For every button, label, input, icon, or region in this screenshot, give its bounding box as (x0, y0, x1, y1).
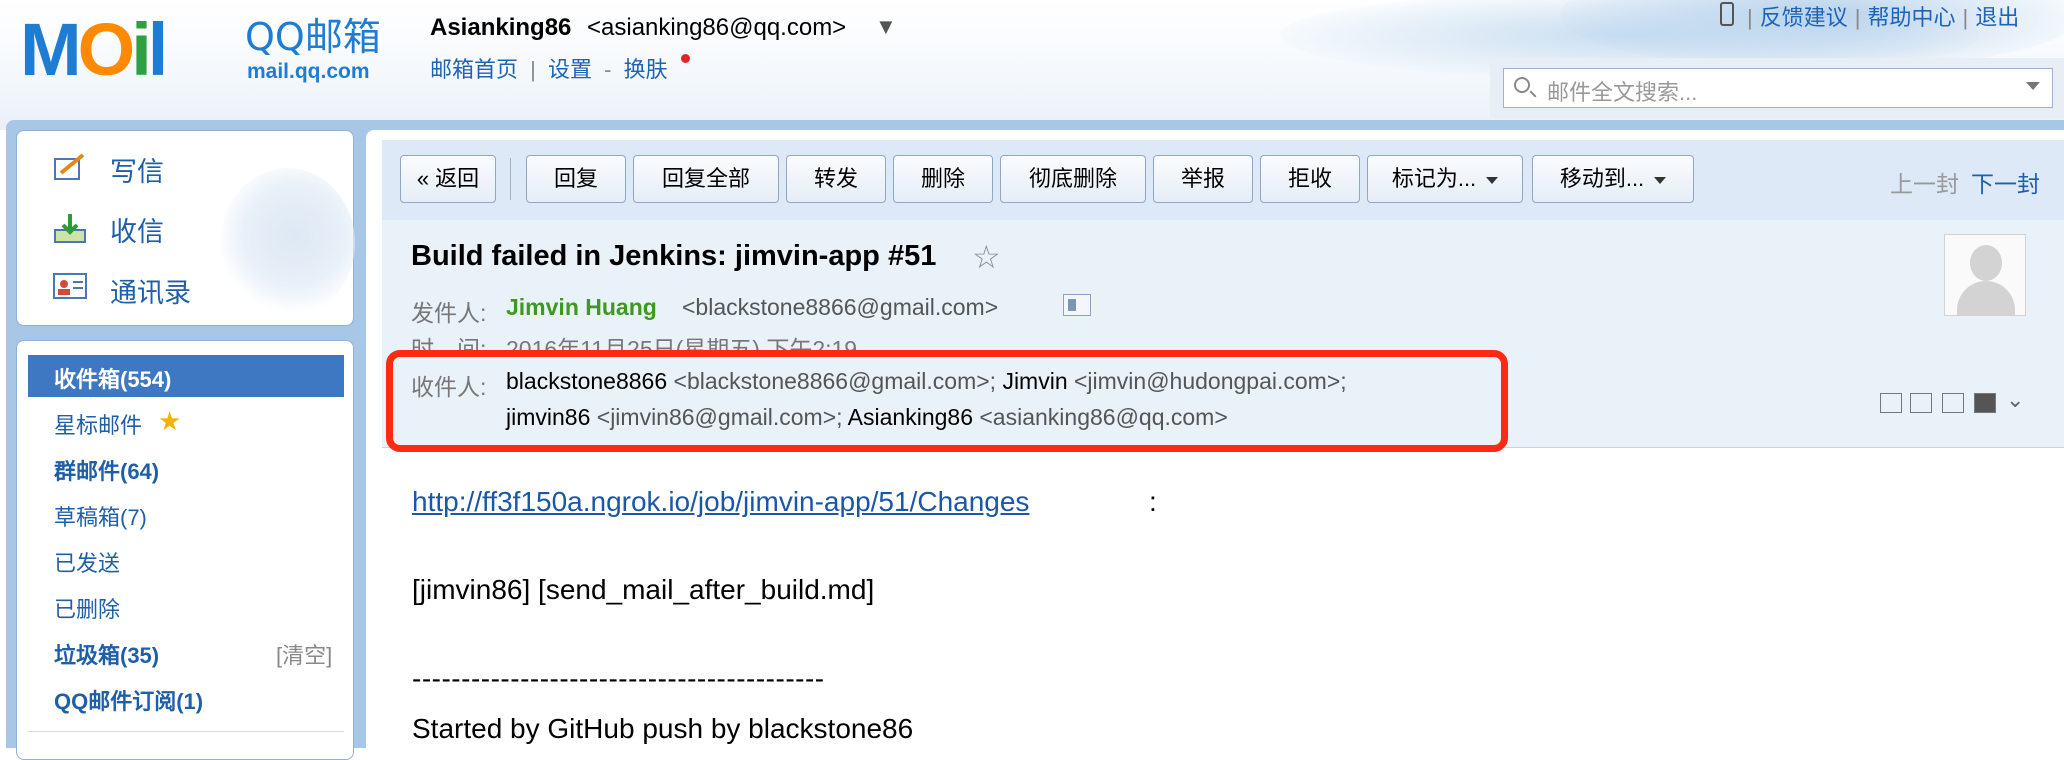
contacts-icon (53, 272, 87, 302)
nav-separator: - (604, 57, 612, 82)
folder-deleted[interactable]: 已删除 (54, 592, 120, 624)
next-message-link[interactable]: 下一封 (1971, 171, 2040, 197)
feedback-link[interactable]: 反馈建议 (1760, 5, 1848, 30)
folder-label: 收件箱(554) (54, 367, 172, 392)
receive-mail-button[interactable]: 收信 (110, 210, 164, 249)
folder-qq-subscriptions[interactable]: QQ邮件订阅(1) (54, 684, 203, 716)
mark-as-label: 标记为... (1391, 166, 1477, 191)
link-suffix: : (1149, 486, 1157, 517)
body-separator: ----------------------------------------… (412, 663, 825, 694)
brand-domain: mail.qq.com (247, 60, 370, 83)
top-links: | 反馈建议 | 帮助中心 | 退出 (1747, 5, 2020, 30)
brand-name: QQ邮箱 (245, 15, 381, 59)
contacts-button[interactable]: 通讯录 (110, 271, 191, 310)
previous-message-link[interactable]: 上一封 (1890, 171, 1959, 197)
search-icon (1514, 77, 1530, 93)
recipients-line-1: blackstone8866 <blackstone8866@gmail.com… (506, 368, 1347, 395)
recipient-name[interactable]: Asianking86 (848, 404, 973, 430)
recipient-name[interactable]: jimvin86 (506, 404, 590, 430)
compose-icon (53, 153, 87, 183)
to-label: 收件人: (411, 374, 487, 400)
new-window-icon[interactable] (1880, 393, 1902, 413)
message-pager: 上一封 下一封 (1890, 165, 2040, 199)
from-label: 发件人: (411, 300, 487, 326)
star-icon: ★ (158, 406, 182, 436)
header-nav: 邮箱首页 | 设置 - 换肤 (430, 52, 674, 84)
user-name: Asianking86 (430, 14, 572, 41)
changes-link[interactable]: http://ff3f150a.ngrok.io/job/jimvin-app/… (412, 486, 1029, 518)
sender-email: <blackstone8866@gmail.com> (682, 294, 999, 320)
recipient-name[interactable]: Jimvin (1002, 368, 1067, 394)
chevron-down-icon (1654, 176, 1667, 184)
body-line: Started by GitHub push by blackstone86 (412, 713, 914, 744)
download-icon[interactable] (1942, 393, 1964, 413)
recipient-email: <jimvin86@gmail.com>; (596, 404, 843, 430)
recipients-highlight-box (386, 350, 1508, 452)
search-placeholder: 邮件全文搜索... (1547, 80, 1698, 105)
permanent-delete-button[interactable]: 彻底删除 (1000, 155, 1146, 203)
folder-inbox[interactable]: 收件箱(554) (28, 355, 344, 397)
contact-card-icon[interactable] (1063, 294, 1091, 316)
compose-button[interactable]: 写信 (110, 150, 164, 189)
recipients-line-2: jimvin86 <jimvin86@gmail.com>; Asianking… (506, 404, 1228, 431)
reject-button[interactable]: 拒收 (1260, 155, 1360, 203)
recipient-email: <jimvin@hudongpai.com>; (1074, 368, 1347, 394)
qq-mail-logo[interactable]: MOil (20, 10, 240, 90)
user-menu-arrow-icon[interactable]: ▼ (875, 14, 897, 40)
more-options-icon[interactable]: ⌄ (2006, 387, 2024, 413)
search-dropdown-icon[interactable] (2026, 82, 2040, 90)
folder-group-mail[interactable]: 群邮件(64) (54, 454, 159, 486)
clear-spam-link[interactable]: [清空] (276, 638, 332, 670)
reply-button[interactable]: 回复 (526, 155, 626, 203)
help-center-link[interactable]: 帮助中心 (1867, 5, 1955, 30)
recipient-email: <asianking86@qq.com> (979, 404, 1228, 430)
penguin-stamp-decoration (220, 168, 355, 318)
mark-as-dropdown[interactable]: 标记为... (1367, 155, 1523, 203)
folder-spam[interactable]: 垃圾箱(35) (54, 638, 159, 670)
move-to-label: 移动到... (1559, 166, 1645, 191)
recipient-email: <blackstone8866@gmail.com>; (673, 368, 997, 394)
toolbar-separator (510, 158, 511, 200)
folder-drafts[interactable]: 草稿箱(7) (54, 500, 147, 532)
move-to-dropdown[interactable]: 移动到... (1532, 155, 1694, 203)
nav-mail-home[interactable]: 邮箱首页 (430, 57, 518, 82)
delete-button[interactable]: 删除 (893, 155, 993, 203)
nav-separator: | (530, 57, 536, 82)
inbox-download-icon (53, 212, 87, 243)
recipient-name[interactable]: blackstone8866 (506, 368, 667, 394)
notification-dot (681, 54, 690, 63)
sender-avatar[interactable] (1944, 234, 2026, 316)
user-email: <asianking86@qq.com> (587, 14, 847, 41)
report-button[interactable]: 举报 (1153, 155, 1253, 203)
forward-button[interactable]: 转发 (786, 155, 886, 203)
view-source-icon[interactable] (1910, 393, 1932, 413)
reply-all-button[interactable]: 回复全部 (633, 155, 779, 203)
folder-sent[interactable]: 已发送 (54, 546, 120, 578)
chevron-down-icon (1486, 176, 1499, 184)
nav-change-skin[interactable]: 换肤 (624, 57, 668, 82)
logout-link[interactable]: 退出 (1975, 5, 2019, 30)
nav-settings[interactable]: 设置 (548, 57, 592, 82)
print-icon[interactable] (1974, 393, 1996, 413)
sidebar-divider (28, 731, 344, 732)
body-line: [jimvin86] [send_mail_after_build.md] (412, 574, 875, 605)
back-button[interactable]: « 返回 (400, 155, 496, 203)
folder-starred[interactable]: 星标邮件 (54, 408, 142, 440)
message-subject: Build failed in Jenkins: jimvin-app #51 (411, 240, 937, 272)
sender-name[interactable]: Jimvin Huang (506, 294, 657, 321)
star-toggle-icon[interactable]: ☆ (972, 238, 1001, 276)
